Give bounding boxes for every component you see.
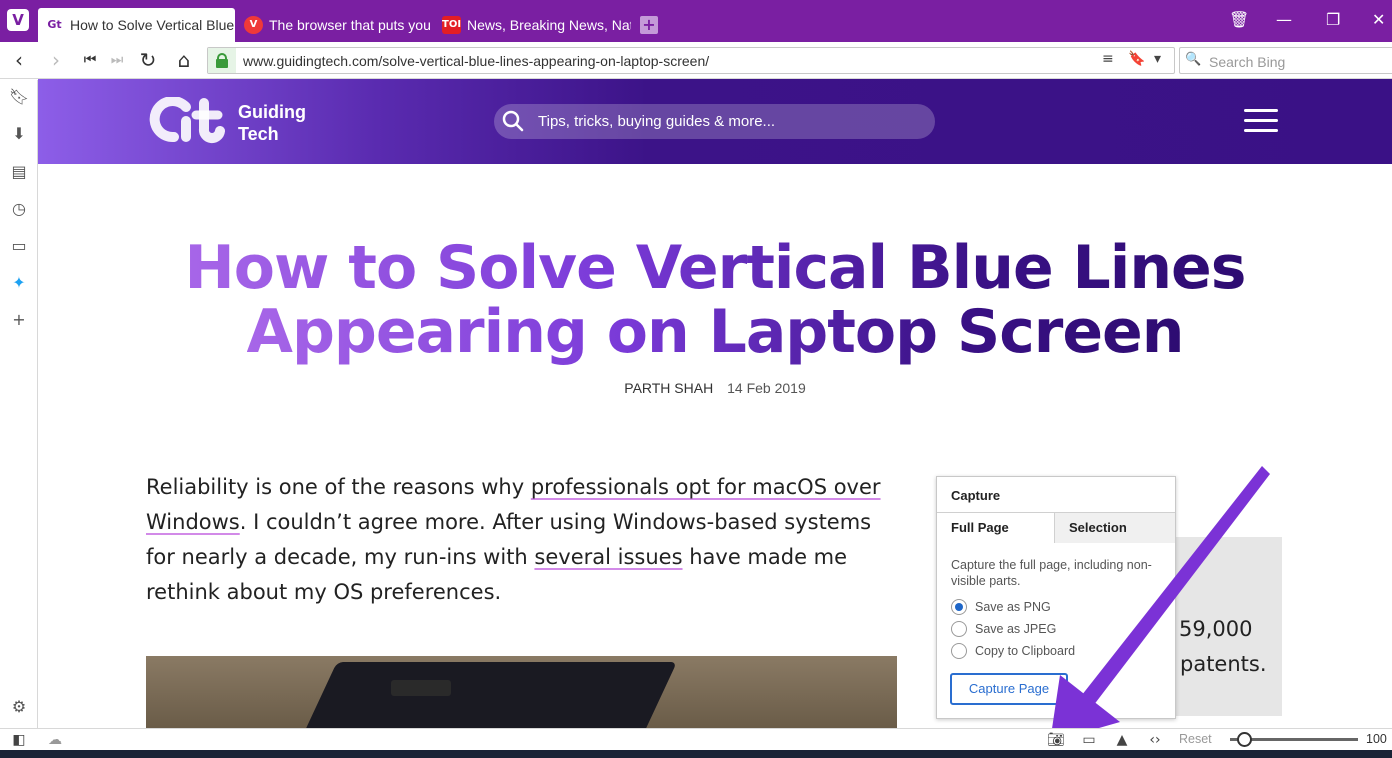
page-tiling-icon[interactable]: ▭ [1078, 730, 1100, 750]
logo-line-1: Guiding [238, 102, 306, 122]
url-text: www.guidingtech.com/solve-vertical-blue-… [243, 53, 710, 69]
radio-save-png[interactable] [951, 599, 967, 615]
minimize-button[interactable]: — [1276, 10, 1292, 29]
history-icon[interactable]: ◷ [8, 198, 30, 220]
article-paragraph: Reliability is one of the reasons why pr… [146, 470, 906, 610]
capture-popup: Capture Full Page Selection Capture the … [936, 476, 1176, 719]
tab-bar: V Gt How to Solve Vertical Blue L V The … [0, 0, 1392, 42]
byline: PARTH SHAH 14 Feb 2019 [38, 380, 1392, 396]
os-taskbar [0, 750, 1392, 758]
capture-tabs: Full Page Selection [937, 512, 1175, 543]
author-name[interactable]: PARTH SHAH [624, 380, 713, 396]
article-headline: How to Solve Vertical Blue Lines Appeari… [38, 236, 1392, 364]
notes-icon[interactable]: ▤ [8, 161, 30, 183]
vivaldi-favicon-icon: V [244, 16, 263, 34]
zoom-level: 100 [1366, 732, 1387, 746]
option-label: Copy to Clipboard [975, 644, 1076, 658]
home-button[interactable]: ⌂ [172, 48, 196, 72]
paragraph-text: Reliability is one of the reasons why [146, 475, 531, 499]
sync-cloud-icon[interactable]: ☁ [44, 730, 66, 750]
guidingtech-logo-icon[interactable] [146, 97, 228, 145]
radio-save-jpeg[interactable] [951, 621, 967, 637]
issues-article-link[interactable]: several issues [534, 545, 682, 569]
new-tab-button[interactable]: + [640, 16, 658, 34]
rewind-button[interactable]: ⏮ [78, 48, 102, 72]
sidebar-widget-line-1: 59,000 [1179, 617, 1253, 641]
tab-selection[interactable]: Selection [1055, 513, 1175, 543]
settings-icon[interactable]: ⚙ [8, 696, 30, 718]
site-search-input[interactable]: Tips, tricks, buying guides & more... [494, 104, 935, 139]
capture-page-button[interactable]: Capture Page [950, 673, 1068, 705]
publish-date: 14 Feb 2019 [727, 380, 806, 396]
capture-description: Capture the full page, including non-vis… [951, 558, 1152, 588]
tab-guidingtech[interactable]: Gt How to Solve Vertical Blue L [38, 8, 235, 42]
radio-copy-clipboard[interactable] [951, 643, 967, 659]
bookmark-icon[interactable]: 🔖︎ [8, 86, 30, 108]
laptop-hinge [391, 680, 451, 696]
forward-button[interactable]: › [44, 48, 68, 72]
vivaldi-menu-button[interactable]: V [7, 9, 29, 31]
images-icon[interactable]: ▲ [1111, 730, 1133, 750]
guidingtech-favicon-icon: Gt [47, 18, 62, 31]
hamburger-menu-icon[interactable] [1244, 109, 1278, 133]
fast-forward-button[interactable]: ⏭ [105, 48, 129, 72]
laptop-photo [295, 662, 677, 728]
status-bar: ◧ ☁ 📷︎ ▭ ▲ ‹› Reset 100 [0, 728, 1392, 750]
reload-button[interactable]: ↻ [136, 48, 160, 72]
side-panel: 🔖︎ ⬇ ▤ ◷ ▭ ✦ + ⚙ [0, 80, 38, 728]
tab-full-page[interactable]: Full Page [937, 513, 1055, 543]
site-header: Guiding Tech Tips, tricks, buying guides… [38, 79, 1392, 164]
capture-title: Capture [951, 488, 1001, 503]
back-button[interactable]: ‹ [7, 48, 31, 72]
article-hero-image [146, 656, 897, 728]
site-logo-text[interactable]: Guiding Tech [238, 101, 306, 145]
page-actions-icon[interactable]: ‹› [1144, 730, 1166, 750]
window-icon[interactable]: ▭ [8, 235, 30, 257]
url-field[interactable]: www.guidingtech.com/solve-vertical-blue-… [207, 47, 1175, 74]
maximize-button[interactable]: ❐ [1326, 10, 1340, 29]
zoom-slider-handle[interactable] [1237, 732, 1252, 747]
search-field[interactable]: 🔍 Search Bing [1179, 47, 1392, 74]
camera-capture-icon[interactable]: 📷︎ [1045, 730, 1067, 750]
tab-label: News, Breaking News, Natio [467, 17, 631, 33]
site-search-placeholder: Tips, tricks, buying guides & more... [538, 113, 776, 130]
tab-toi[interactable]: TOI News, Breaking News, Natio [435, 8, 631, 42]
twitter-icon[interactable]: ✦ [8, 272, 30, 294]
panel-toggle-icon[interactable]: ◧ [8, 730, 30, 750]
address-toolbar: ‹ › ⏮ ⏭ ↻ ⌂ www.guidingtech.com/solve-ve… [0, 42, 1392, 79]
tab-vivaldi[interactable]: V The browser that puts you i [237, 8, 433, 42]
option-label: Save as JPEG [975, 622, 1057, 636]
tab-label: How to Solve Vertical Blue L [70, 17, 235, 33]
logo-line-2: Tech [238, 124, 279, 144]
toi-favicon-icon: TOI [442, 16, 461, 34]
headline-line-1: How to Solve Vertical Blue Lines [184, 233, 1247, 303]
reader-view-icon[interactable]: ≡ [1102, 51, 1114, 67]
trash-icon[interactable]: 🗑 [1229, 10, 1249, 29]
option-label: Save as PNG [975, 600, 1051, 614]
zoom-reset-button[interactable]: Reset [1179, 732, 1212, 746]
bookmark-page-icon[interactable]: 🔖 [1128, 51, 1145, 67]
sidebar-widget: 59,000 patents. [1170, 537, 1282, 716]
search-placeholder: Search Bing [1209, 54, 1286, 70]
add-panel-icon[interactable]: + [8, 309, 30, 331]
close-button[interactable]: ✕ [1372, 10, 1385, 29]
lock-icon [208, 48, 236, 73]
chevron-down-icon[interactable]: ▾ [1154, 51, 1161, 67]
headline-line-2: Appearing on Laptop Screen [246, 297, 1185, 367]
search-icon [502, 110, 524, 132]
download-icon[interactable]: ⬇ [8, 123, 30, 145]
search-icon: 🔍 [1185, 52, 1202, 67]
tab-label: The browser that puts you i [269, 17, 433, 33]
sidebar-widget-line-2: patents. [1180, 652, 1267, 676]
